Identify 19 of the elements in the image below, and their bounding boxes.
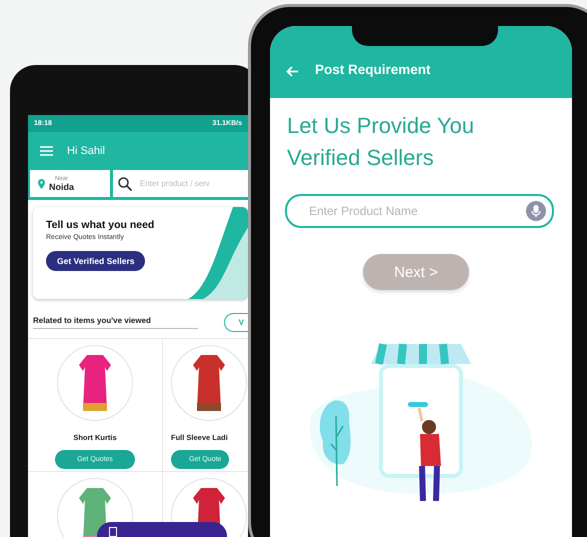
search-field[interactable]: Enter product / serv xyxy=(113,170,248,197)
location-city: Noida xyxy=(49,182,74,192)
banner-title: Tell us what you need xyxy=(46,219,156,231)
greeting: Hi Sahil xyxy=(67,145,105,157)
screen-title: Post Requirement xyxy=(315,62,431,77)
document-icon xyxy=(109,527,117,537)
location-pin-icon xyxy=(38,178,45,188)
microphone-icon[interactable] xyxy=(526,201,546,221)
search-placeholder: Enter product / serv xyxy=(140,179,210,188)
section-title: Related to items you've viewed xyxy=(33,316,198,329)
next-button[interactable]: Next > xyxy=(363,254,469,290)
menu-icon[interactable] xyxy=(40,146,53,156)
view-button[interactable]: V xyxy=(224,313,248,332)
text-input[interactable]: Enter Product Name xyxy=(307,203,526,219)
search-icon xyxy=(118,176,132,190)
get-verified-sellers-button[interactable]: Get Verified Sellers xyxy=(46,251,146,271)
back-arrow-icon[interactable] xyxy=(286,66,299,77)
heading: Let Us Provide You Verified Sellers xyxy=(287,112,476,172)
product-name-field[interactable]: Enter Product Name xyxy=(285,194,554,228)
